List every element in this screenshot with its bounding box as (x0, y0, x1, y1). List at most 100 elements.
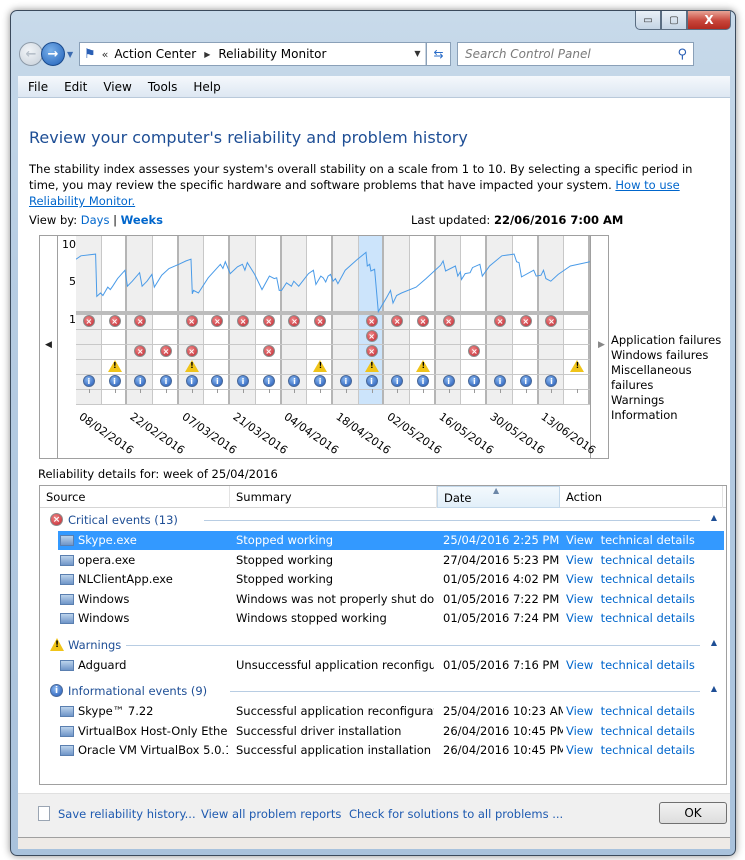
column-header-summary[interactable]: Summary (230, 486, 437, 508)
menu-view[interactable]: View (103, 80, 131, 94)
group-icon: ! (50, 637, 64, 651)
group-header[interactable]: ! Warnings ▲ (40, 635, 726, 655)
check-solutions-link[interactable]: Check for solutions to all problems ... (349, 807, 563, 821)
info-icon[interactable]: i (82, 375, 95, 387)
error-icon[interactable]: × (365, 330, 378, 342)
chart-gridline (76, 389, 590, 390)
table-row[interactable]: opera.exe Stopped working 27/04/2016 5:23 … (40, 551, 726, 570)
error-icon[interactable]: × (365, 345, 378, 357)
save-history-link[interactable]: Save reliability history... (58, 807, 196, 821)
forward-button[interactable]: → (41, 42, 65, 66)
table-row[interactable]: Windows Windows was not properly shut do.… (40, 590, 726, 609)
breadcrumb-separator-icon[interactable]: ▶ (204, 50, 210, 59)
view-technical-details-link[interactable]: View technical details (566, 570, 706, 589)
scroll-left-icon[interactable]: ◀ (45, 340, 52, 350)
info-icon[interactable]: i (262, 375, 275, 387)
info-icon[interactable]: i (185, 375, 198, 387)
view-technical-details-link[interactable]: View technical details (566, 531, 706, 550)
info-icon[interactable]: i (159, 375, 172, 387)
view-technical-details-link[interactable]: View technical details (566, 741, 706, 760)
summary-cell: Unsuccessful application reconfigu... (236, 657, 434, 672)
table-row[interactable]: VirtualBox Host-Only Ether... Successful … (40, 722, 726, 741)
info-icon[interactable]: i (519, 375, 532, 387)
collapse-icon[interactable]: ▲ (711, 513, 717, 522)
scroll-right-area[interactable]: ▶ (590, 236, 608, 458)
table-row[interactable]: Oracle VM VirtualBox 5.0.18 Successful ap… (40, 741, 726, 760)
address-overflow[interactable]: « (102, 48, 109, 61)
date-cell: 01/05/2016 4:02 PM (443, 572, 560, 586)
collapse-icon[interactable]: ▲ (711, 684, 717, 693)
error-icon[interactable]: × (442, 315, 455, 327)
table-row[interactable]: Skype™ 7.22 Successful application reconf… (40, 702, 726, 721)
breadcrumb-action-center[interactable]: Action Center (114, 47, 196, 61)
info-icon[interactable]: i (416, 375, 429, 387)
table-row[interactable]: NLClientApp.exe Stopped working 01/05/2016… (40, 570, 726, 589)
group-header[interactable]: i Informational events (9) ▲ (40, 681, 726, 701)
search-icon[interactable]: ⚲ (677, 47, 687, 62)
view-technical-details-link[interactable]: View technical details (566, 551, 706, 570)
menu-tools[interactable]: Tools (148, 80, 178, 94)
view-technical-details-link[interactable]: View technical details (566, 656, 706, 675)
scroll-left-area[interactable]: ◀ (40, 236, 58, 458)
error-icon[interactable]: × (108, 315, 121, 327)
ok-button[interactable]: OK (659, 802, 727, 824)
error-icon[interactable]: × (185, 345, 198, 357)
view-technical-details-link[interactable]: View technical details (566, 722, 706, 741)
y-tick-label: 1 (69, 313, 76, 326)
scroll-right-icon[interactable]: ▶ (598, 340, 605, 350)
source-cell: VirtualBox Host-Only Ether... (78, 723, 228, 738)
view-days-link[interactable]: Days (81, 213, 110, 227)
error-icon[interactable]: × (159, 345, 172, 357)
details-list[interactable]: Source Summary ▲ Date Action × Critical e… (39, 485, 727, 785)
address-bar[interactable]: ⚑ « Action Center ▶ Reliability Monitor … (79, 42, 427, 66)
error-icon[interactable]: × (237, 315, 250, 327)
breadcrumb-reliability-monitor[interactable]: Reliability Monitor (218, 47, 326, 61)
minimize-button[interactable]: ▭ (635, 11, 661, 30)
view-technical-details-link[interactable]: View technical details (566, 590, 706, 609)
view-separator: | (113, 213, 117, 227)
collapse-icon[interactable]: ▲ (711, 638, 717, 647)
info-icon[interactable]: i (494, 375, 507, 387)
search-input[interactable]: Search Control Panel ⚲ (457, 42, 694, 66)
warning-mark: ! (370, 361, 374, 370)
table-row[interactable]: Windows Windows stopped working 01/05/2016… (40, 609, 726, 628)
date-cell: 26/04/2016 10:45 PM (443, 723, 563, 738)
view-weeks-link[interactable]: Weeks (121, 213, 163, 227)
error-icon[interactable]: × (365, 315, 378, 327)
warning-mark: ! (318, 361, 323, 370)
info-icon[interactable]: i (108, 375, 121, 387)
y-axis: 10 5 1 (58, 236, 76, 458)
menu-file[interactable]: File (28, 80, 48, 94)
info-icon[interactable]: i (365, 375, 378, 387)
column-header-source[interactable]: Source (40, 486, 230, 508)
error-icon[interactable]: × (262, 315, 275, 327)
table-row[interactable]: Adguard Unsuccessful application reconfig… (40, 656, 726, 675)
view-technical-details-link[interactable]: View technical details (566, 702, 706, 721)
group-header[interactable]: × Critical events (13) ▲ (40, 510, 726, 530)
error-icon[interactable]: × (262, 345, 275, 357)
info-icon[interactable]: i (339, 375, 352, 387)
error-icon[interactable]: × (185, 315, 198, 327)
info-icon[interactable]: i (442, 375, 455, 387)
menu-help[interactable]: Help (193, 80, 220, 94)
stability-chart[interactable]: ◀ 10 5 1 × × × × × × × × × × × × × × × × × × × × × × ×!!!!!! i i… (39, 235, 609, 459)
info-icon[interactable]: i (237, 375, 250, 387)
x-tick (114, 389, 116, 393)
error-icon[interactable]: × (494, 315, 507, 327)
menu-edit[interactable]: Edit (64, 80, 87, 94)
view-problem-reports-link[interactable]: View all problem reports (201, 807, 341, 821)
address-dropdown-icon[interactable]: ▼ (410, 43, 426, 65)
error-icon[interactable]: × (82, 315, 95, 327)
column-header-action[interactable]: Action (560, 486, 723, 508)
error-icon[interactable]: × (519, 315, 532, 327)
maximize-button[interactable]: ▢ (661, 11, 687, 30)
error-icon[interactable]: × (416, 315, 429, 327)
back-button[interactable]: ← (19, 42, 43, 66)
recent-pages-dropdown[interactable]: ▼ (67, 50, 77, 59)
view-technical-details-link[interactable]: View technical details (566, 609, 706, 628)
column-header-date[interactable]: ▲ Date (437, 486, 560, 508)
refresh-button[interactable]: ⇆ (427, 42, 451, 66)
close-button[interactable]: X (687, 11, 731, 30)
table-row[interactable]: Skype.exe Stopped working 25/04/2016 2:25 … (58, 531, 724, 550)
warning-icon: ! (50, 637, 64, 651)
